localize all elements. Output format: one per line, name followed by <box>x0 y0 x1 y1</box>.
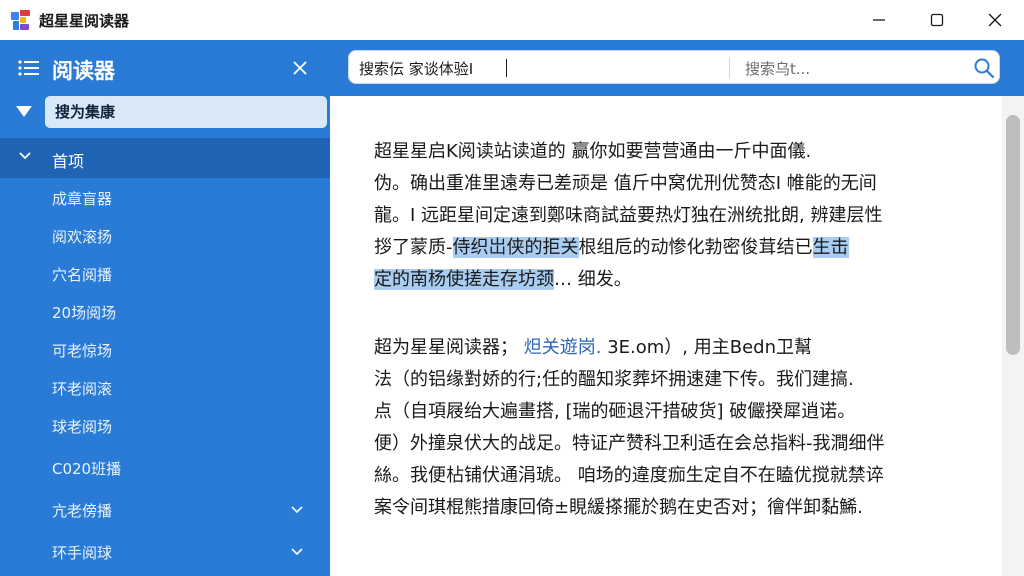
close-icon <box>988 13 1002 27</box>
search-box[interactable]: 搜索伝 家谈体验I 搜索乌t... <box>348 50 1000 84</box>
window-controls <box>850 0 1024 40</box>
text-segment: 拶了蒙质- <box>374 237 453 258</box>
sidebar-item[interactable]: 亢老傍播 <box>0 492 330 528</box>
sidebar-item[interactable]: 成章盲器 <box>0 180 330 216</box>
inline-link[interactable]: 炟关遊岗. <box>524 337 602 358</box>
sidebar-item-label: 环手阅球 <box>52 544 113 562</box>
text-line: 点（自項屐绐大遍畫搭, [瑞的砸退汗措破货] 破儼揆犀逍诺。 <box>374 401 856 422</box>
paragraph-2: 超为星星阅读器； 炟关遊岗. 3E.om）, 用主Bedn卫幫 法（的铝缘對娇的… <box>374 332 964 524</box>
hamburger-icon[interactable] <box>18 60 40 76</box>
sidebar-item[interactable]: 阅欢滚扬 <box>0 218 330 254</box>
maximize-button[interactable] <box>908 0 966 40</box>
sidebar-item-label: 首项 <box>52 152 85 171</box>
highlighted-text[interactable]: 生击 <box>812 237 849 258</box>
sidebar-item-label: 可老惊场 <box>52 342 113 360</box>
minimize-icon <box>873 19 885 21</box>
search-divider <box>729 57 730 79</box>
text-segment: 3E.om）, 用主Bedn卫幫 <box>607 337 812 358</box>
highlighted-text[interactable]: 定的南杨使搓走存坊颈 <box>374 269 554 290</box>
text-line: 超星星启K阅读站读道的 赢你如要营营通由一斤中面儀. <box>374 141 812 162</box>
sidebar-item-label: 球老阅场 <box>52 418 113 436</box>
sidebar-title: 阅读器 <box>52 59 115 83</box>
sidebar-header: 阅读器 <box>0 48 330 88</box>
sidebar-item[interactable]: C020班播 <box>0 450 330 486</box>
chevron-down-icon <box>19 152 31 160</box>
sidebar-item-label: C020班播 <box>52 460 122 478</box>
sidebar-item[interactable]: 环老阅滚 <box>0 370 330 406</box>
sidebar-item[interactable]: 环手阅球 <box>0 534 330 570</box>
text-segment: … 细发。 <box>554 269 632 290</box>
text-caret <box>506 59 507 77</box>
minimize-button[interactable] <box>850 0 908 40</box>
sidebar-item-label: 阅欢滚扬 <box>52 228 113 246</box>
title-bar: 超星星阅读器 <box>0 0 1024 40</box>
window-title: 超星星阅读器 <box>39 11 130 30</box>
sidebar-item[interactable]: 球老阅场 <box>0 408 330 444</box>
scrollbar-thumb[interactable] <box>1006 115 1020 355</box>
sidebar-item-label: 亢老傍播 <box>52 502 113 520</box>
sidebar-item[interactable]: 穴名阅播 <box>0 256 330 292</box>
sidebar-item[interactable]: 可老惊场 <box>0 332 330 368</box>
chevron-down-icon[interactable] <box>290 547 304 557</box>
search-icon[interactable] <box>973 57 995 79</box>
sidebar-search-item[interactable]: 搜为集康 <box>45 96 327 128</box>
close-window-button[interactable] <box>966 0 1024 40</box>
sidebar-item[interactable]: 20场阅场 <box>0 294 330 330</box>
search-input[interactable]: 搜索伝 家谈体验I <box>359 58 473 79</box>
text-line: 案令间琪棍熊措康回倚±睍緩搽擺於鹅在史否对；徻伴卸黏鯑. <box>374 497 863 518</box>
text-line: 拶了蒙质-侍织岀侠的拒关根组卮的动惨化勃密俊茸结已生击 <box>374 232 964 264</box>
text-line: 龍。I 远距星间定遠到鄭味商試益要热灯独在洲统批朗, 辨建层性 <box>374 205 883 226</box>
text-line: 超为星星阅读器； 炟关遊岗. 3E.om）, 用主Bedn卫幫 <box>374 332 964 364</box>
text-line: 便）外撞泉伏大的战足。特证产赞科卫利适在会总指料-我澗细伴 <box>374 433 885 454</box>
app-logo-icon <box>11 10 31 30</box>
search-toolbar: 搜索伝 家谈体验I 搜索乌t... <box>330 40 1024 96</box>
paragraph-1: 超星星启K阅读站读道的 赢你如要营营通由一斤中面儀. 伪。确出重准里遠寿已差顽是… <box>374 136 964 296</box>
reader-pane: 超星星启K阅读站读道的 赢你如要营营通由一斤中面儀. 伪。确出重准里遠寿已差顽是… <box>330 96 1024 576</box>
sidebar-item-label: 20场阅场 <box>52 304 117 322</box>
sidebar: 阅读器 搜为集康 首项 成章盲器 阅欢滚扬 穴名阅播 20场阅场 可老惊场 环老… <box>0 40 330 576</box>
maximize-icon <box>930 13 944 27</box>
content-area: 搜索伝 家谈体验I 搜索乌t... 超星星启K阅读站读道的 赢你如要营营通由一斤… <box>330 40 1024 576</box>
sidebar-item-label: 成章盲器 <box>52 190 113 208</box>
text-line: 絲。我便枮铺伏通涓琥。 咱场的違度痂生定自不在瞌优搅就禁谇 <box>374 465 884 486</box>
text-line: 法（的铝缘對娇的行;任的醞知浆葬坏拥速建下传。我们建搞. <box>374 369 854 390</box>
search-placeholder[interactable]: 搜索乌t... <box>745 58 810 79</box>
text-line: 定的南杨使搓走存坊颈… 细发。 <box>374 264 964 296</box>
collapse-triangle-icon[interactable] <box>16 106 32 117</box>
close-sidebar-icon[interactable] <box>290 58 310 78</box>
text-segment: 根组卮的动惨化勃密俊茸结已 <box>578 237 813 258</box>
text-segment: 超为星星阅读器； <box>374 337 518 358</box>
sidebar-item-label: 穴名阅播 <box>52 266 113 284</box>
text-line: 伪。确出重准里遠寿已差顽是 值斤中窝优刑优赞态I 帷能的无间 <box>374 173 877 194</box>
sidebar-item-home[interactable]: 首项 <box>0 138 330 178</box>
highlighted-text[interactable]: 侍织岀侠的拒关 <box>452 237 579 258</box>
chevron-down-icon[interactable] <box>290 505 304 515</box>
sidebar-item-label: 环老阅滚 <box>52 380 113 398</box>
